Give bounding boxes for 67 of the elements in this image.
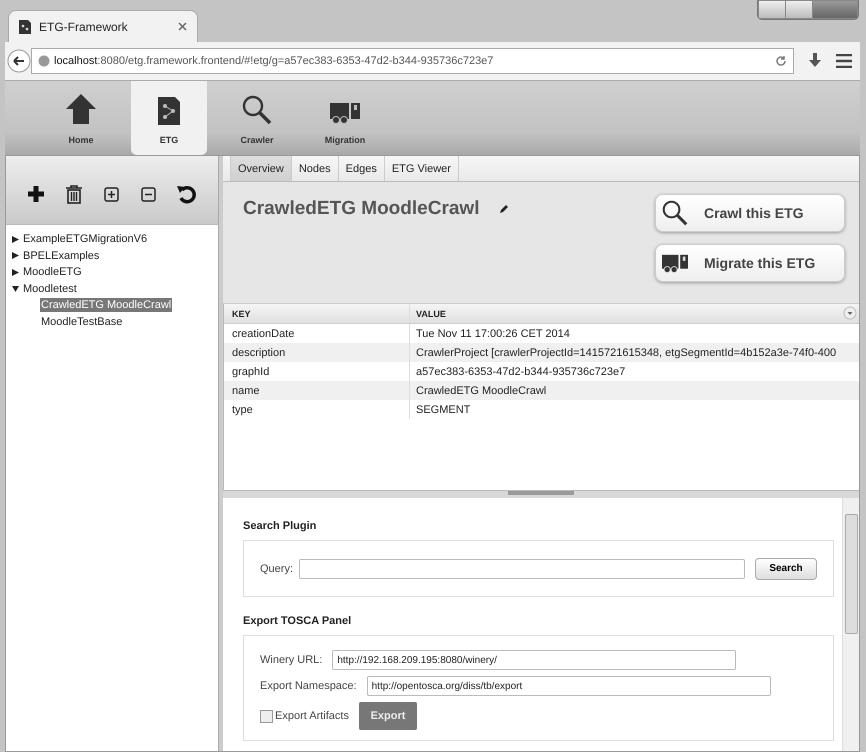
expand-all-icon[interactable] [104,186,119,202]
back-icon[interactable] [7,49,31,73]
page-title: CrawledETG MoodleCrawl [243,198,480,220]
reload-icon[interactable] [775,55,787,67]
search-button[interactable]: Search [755,558,817,580]
tree-item[interactable]: MoodleTestBase [40,314,124,329]
truck-icon [330,101,360,125]
table-cell-text: a57ec383-6353-47d2-b344-935736c723e7 [415,364,626,380]
action-button[interactable]: Migrate this ETG [655,244,845,282]
document-icon [19,20,31,34]
refresh-icon[interactable] [177,184,198,204]
address-field[interactable]: localhost:8080/etg.framework.frontend/#!etg/g=a57ec383-6353-47d2-b344-935736c723e7 [31,48,794,74]
action-button[interactable]: Crawl this ETG [655,194,845,232]
field-label: Query: [260,562,294,574]
table-cell-text: SEGMENT [415,402,472,418]
table-cell-text: CrawlerProject [crawlerProjectId=1415721615348, etgSegmentId=4b152a3e-74f0-400 [415,346,838,360]
table-cell: name [224,381,410,400]
query-field[interactable] [299,558,745,578]
scrollbar[interactable] [842,498,859,751]
tree-item[interactable]: MoodleETG [12,264,212,280]
triangle-icon [12,268,19,276]
browser-tab[interactable]: ETG-Framework [8,10,198,42]
tree-item[interactable]: Moodletest [12,280,212,297]
nav-button[interactable]: ETG [131,81,207,155]
search-icon [662,200,688,226]
nav-button[interactable]: Crawler [219,81,295,155]
triangle-icon [12,236,19,243]
triangle-icon [12,252,19,260]
dropdown-icon[interactable] [843,306,857,320]
column-header[interactable]: VALUE [410,304,859,323]
checkbox[interactable] [260,710,273,722]
search-icon [242,95,272,125]
namespace-field[interactable]: http://opentosca.org/diss/tb/export [366,676,771,696]
section-title: Export TOSCA Panel [243,615,352,627]
trash-icon[interactable] [66,184,82,204]
table-cell: type [224,400,410,419]
close-icon[interactable] [178,22,187,31]
checkbox-label: Export Artifacts [275,710,349,722]
window-controls[interactable] [757,0,859,20]
graph-document-icon [158,97,180,125]
tab-title: ETG-Framework [39,20,129,34]
tab[interactable]: Edges [338,156,385,181]
tab[interactable]: Nodes [292,156,339,181]
section-title: Search Plugin [243,520,318,532]
nav-button[interactable]: Home [43,81,119,155]
collapse-all-icon[interactable] [140,186,156,202]
truck-icon [662,252,688,274]
download-icon[interactable] [808,53,822,69]
export-button[interactable]: Export [358,702,417,730]
tree-item[interactable]: ExampleETGMigrationV6 [12,231,212,248]
table-cell: description [224,343,410,362]
field-label: Export Namespace: [260,680,357,692]
pencil-icon[interactable] [499,204,510,214]
tab[interactable]: Overview [230,156,292,181]
plus-icon[interactable] [26,185,45,203]
table-cell-text: CrawledETG MoodleCrawl [415,384,548,398]
triangle-icon [12,285,19,292]
home-icon [65,93,97,125]
tree-item[interactable]: CrawledETG MoodleCrawl [40,298,172,312]
field-label: Winery URL: [260,654,322,666]
column-header[interactable]: KEY [224,304,410,323]
nav-button[interactable]: Migration [307,81,383,155]
url-field[interactable]: http://192.168.209.195:8080/winery/ [332,650,736,670]
tree-item[interactable]: BPELExamples [12,248,212,264]
tab[interactable]: ETG Viewer [384,156,459,181]
table-cell-text: Tue Nov 11 17:00:26 CET 2014 [415,326,571,342]
menu-icon[interactable] [836,54,852,68]
